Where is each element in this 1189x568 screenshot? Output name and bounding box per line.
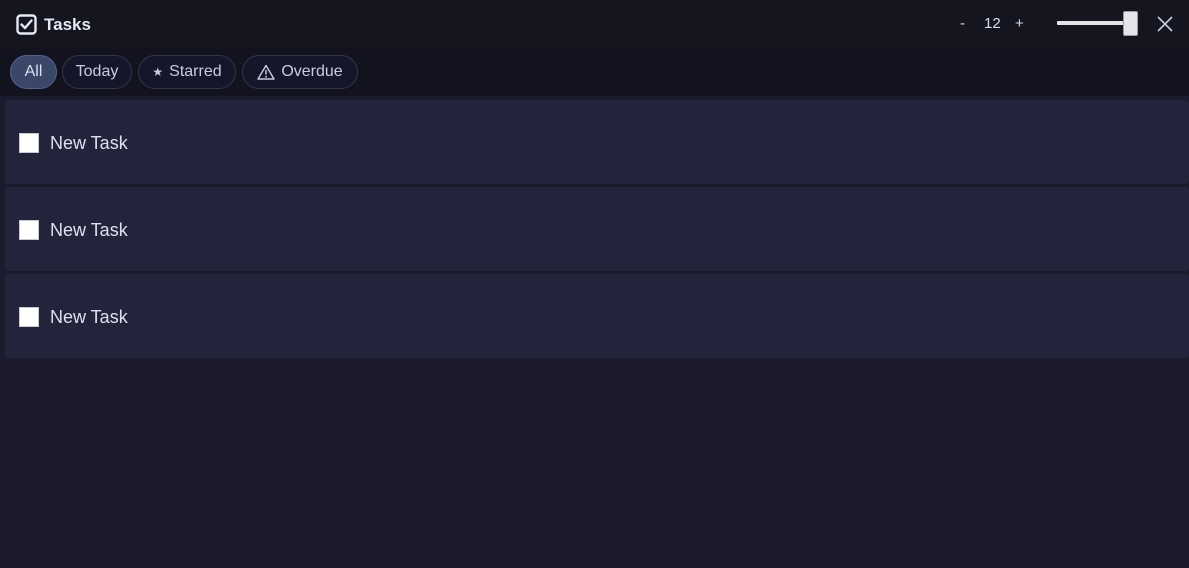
task-label[interactable]: New Task <box>50 307 128 328</box>
task-row[interactable]: New Task <box>5 100 1189 184</box>
slider-track <box>1057 21 1127 25</box>
filter-starred[interactable]: ★ Starred <box>138 55 236 89</box>
filter-bar: All Today ★ Starred Overdue <box>0 48 1189 96</box>
star-icon: ★ <box>152 65 164 79</box>
increase-font-button[interactable]: + <box>1015 15 1024 33</box>
task-checkbox[interactable] <box>19 307 39 327</box>
filter-today[interactable]: Today <box>62 55 132 89</box>
task-checkbox[interactable] <box>19 220 39 240</box>
title-bar: Tasks - 12 + <box>0 0 1189 48</box>
filter-overdue-label: Overdue <box>281 63 343 80</box>
checkbox-icon <box>16 14 37 35</box>
font-size-value: 12 <box>984 15 1001 32</box>
filter-all-label: All <box>24 63 43 80</box>
filter-today-label: Today <box>75 63 119 80</box>
task-checkbox[interactable] <box>19 133 39 153</box>
filter-starred-label: Starred <box>169 63 222 80</box>
filter-overdue[interactable]: Overdue <box>242 55 358 89</box>
slider-thumb[interactable] <box>1123 11 1138 36</box>
task-row[interactable]: New Task <box>5 187 1189 271</box>
filter-all[interactable]: All <box>10 55 57 89</box>
opacity-slider[interactable] <box>1056 10 1140 38</box>
task-row[interactable]: New Task <box>5 274 1189 358</box>
warning-icon <box>257 64 276 80</box>
app-title: Tasks <box>44 15 91 34</box>
decrease-font-button[interactable]: - <box>960 15 965 33</box>
task-label[interactable]: New Task <box>50 220 128 241</box>
task-label[interactable]: New Task <box>50 133 128 154</box>
close-icon[interactable] <box>1155 14 1175 34</box>
